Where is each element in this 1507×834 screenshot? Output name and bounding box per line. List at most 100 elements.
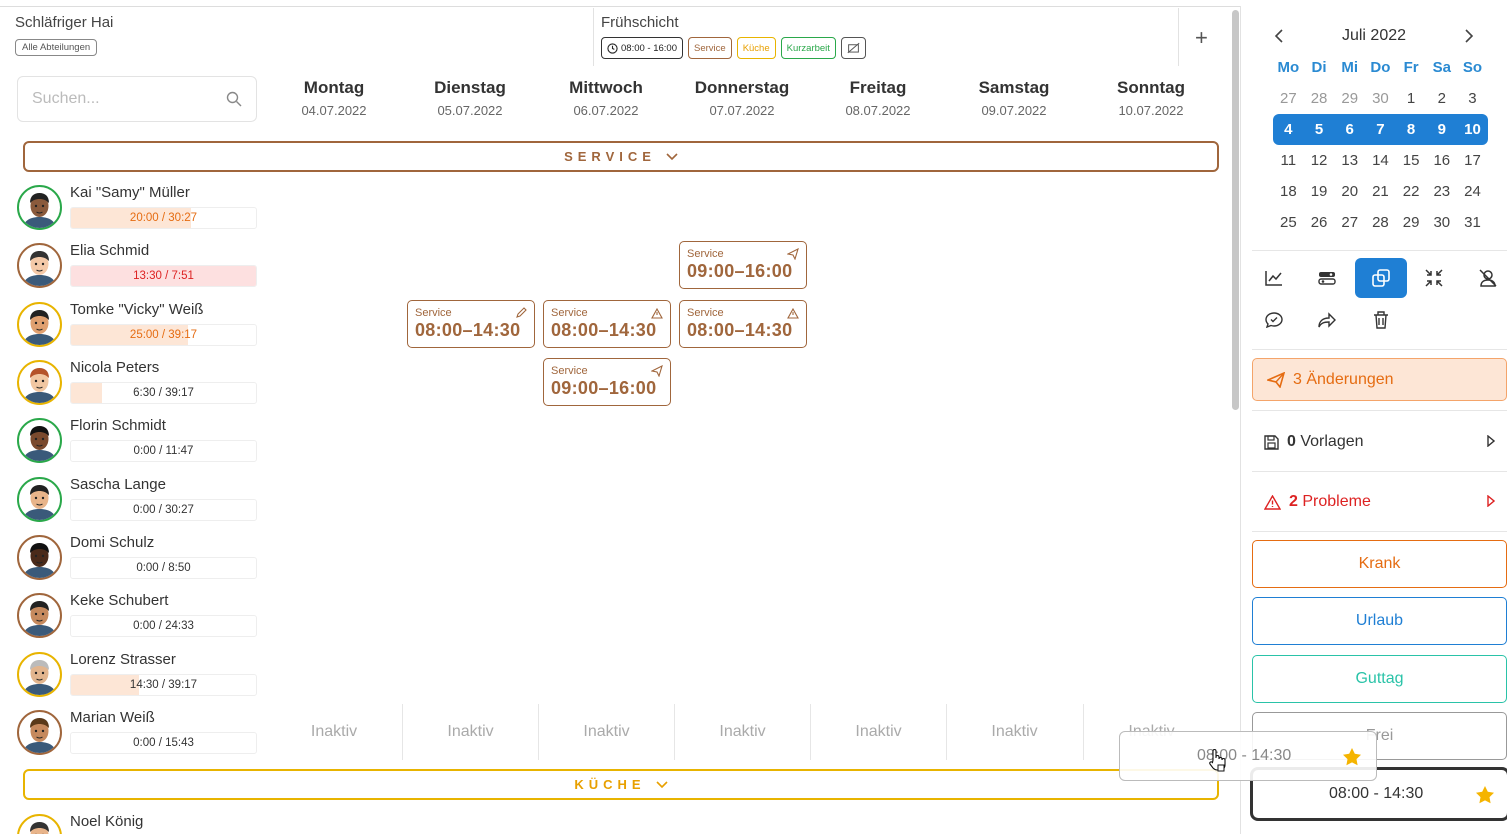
employee-row[interactable]: Nicola Peters 6:30 / 39:17 bbox=[17, 358, 257, 408]
star-icon[interactable] bbox=[1475, 785, 1495, 804]
avatar bbox=[17, 535, 62, 580]
employee-row[interactable]: Lorenz Strasser 14:30 / 39:17 bbox=[17, 650, 257, 700]
calendar-day[interactable]: 28 bbox=[1304, 83, 1335, 114]
calendar-day[interactable]: 21 bbox=[1365, 176, 1396, 207]
employee-row[interactable]: Tomke "Vicky" Weiß 25:00 / 39:17 bbox=[17, 300, 257, 350]
calendar-day[interactable]: 4 bbox=[1273, 114, 1304, 145]
calendar-day[interactable]: 6 bbox=[1334, 114, 1366, 145]
absence-guttag-button[interactable]: Guttag bbox=[1252, 655, 1507, 703]
calendar-day[interactable]: 14 bbox=[1365, 145, 1396, 176]
calendar-day[interactable]: 18 bbox=[1273, 176, 1304, 207]
templates-row[interactable]: 0 Vorlagen bbox=[1252, 422, 1507, 462]
no-calendar-tag[interactable] bbox=[840, 37, 866, 59]
day-header-friday[interactable]: Freitag 08.07.2022 bbox=[810, 78, 946, 118]
star-icon bbox=[1343, 748, 1361, 766]
search-input[interactable] bbox=[32, 90, 212, 108]
hours-progress: 20:00 / 30:27 bbox=[70, 207, 257, 229]
tag-kueche[interactable]: Küche bbox=[736, 37, 776, 59]
calendar-day[interactable]: 26 bbox=[1304, 207, 1335, 238]
calendar-day[interactable]: 29 bbox=[1396, 207, 1427, 238]
day-header-wednesday[interactable]: Mittwoch 06.07.2022 bbox=[538, 78, 674, 118]
calendar-day[interactable]: 30 bbox=[1426, 207, 1457, 238]
delete-button[interactable] bbox=[1355, 300, 1407, 340]
time-preset-label: 08:00 - 14:30 bbox=[1329, 785, 1424, 802]
search-icon[interactable] bbox=[226, 91, 242, 107]
calendar-day[interactable]: 23 bbox=[1426, 176, 1457, 207]
shift-card[interactable]: Service 08:00–14:30 bbox=[407, 300, 535, 348]
calendar-day[interactable]: 29 bbox=[1334, 83, 1365, 114]
calendar-day[interactable]: 11 bbox=[1273, 145, 1304, 176]
calendar-day[interactable]: 15 bbox=[1396, 145, 1427, 176]
calendar-day[interactable]: 30 bbox=[1365, 83, 1396, 114]
calendar-day[interactable]: 19 bbox=[1304, 176, 1335, 207]
absence-krank-button[interactable]: Krank bbox=[1252, 540, 1507, 588]
tag-service[interactable]: Service bbox=[688, 37, 732, 59]
calendar-day[interactable]: 28 bbox=[1365, 207, 1396, 238]
calendar-day[interactable]: 1 bbox=[1396, 83, 1427, 114]
copy-button[interactable] bbox=[1355, 258, 1407, 298]
hours-text: 13:30 / 7:51 bbox=[133, 270, 194, 282]
calendar-day[interactable]: 16 bbox=[1426, 145, 1457, 176]
employee-row[interactable]: Domi Schulz 0:00 / 8:50 bbox=[17, 533, 257, 583]
problems-row[interactable]: 2 Probleme bbox=[1252, 482, 1507, 522]
employee-row[interactable]: Keke Schubert 0:00 / 24:33 bbox=[17, 591, 257, 641]
employee-row[interactable]: Sascha Lange 0:00 / 30:27 bbox=[17, 475, 257, 525]
tag-kurzarbeit[interactable]: Kurzarbeit bbox=[780, 37, 836, 59]
employee-row[interactable]: Marian Weiß 0:00 / 15:43 bbox=[17, 708, 257, 758]
calendar-day[interactable]: 12 bbox=[1304, 145, 1335, 176]
calendar-day[interactable]: 25 bbox=[1273, 207, 1304, 238]
shift-card[interactable]: Service 09:00–16:00 bbox=[679, 241, 807, 289]
hours-progress: 6:30 / 39:17 bbox=[70, 382, 257, 404]
shift-card[interactable]: Service 09:00–16:00 bbox=[543, 358, 671, 406]
calendar-day[interactable]: 22 bbox=[1396, 176, 1427, 207]
hours-progress: 13:30 / 7:51 bbox=[70, 265, 257, 287]
day-header-monday[interactable]: Montag 04.07.2022 bbox=[266, 78, 402, 118]
calendar-day[interactable]: 27 bbox=[1334, 207, 1365, 238]
calendar-day[interactable]: 9 bbox=[1426, 114, 1458, 145]
toggle-view-button[interactable] bbox=[1301, 258, 1353, 298]
day-header-sunday[interactable]: Sonntag 10.07.2022 bbox=[1083, 78, 1219, 118]
calendar-day[interactable]: 20 bbox=[1334, 176, 1365, 207]
chevron-left-icon[interactable] bbox=[1274, 29, 1284, 43]
calendar-day[interactable]: 27 bbox=[1273, 83, 1304, 114]
day-header-tuesday[interactable]: Dienstag 05.07.2022 bbox=[402, 78, 538, 118]
calendar-day[interactable]: 31 bbox=[1457, 207, 1488, 238]
calendar-day[interactable]: 10 bbox=[1457, 114, 1488, 145]
statistics-button[interactable] bbox=[1248, 258, 1300, 298]
shift-card[interactable]: Service 08:00–14:30 bbox=[679, 300, 807, 348]
chevron-right-icon[interactable] bbox=[1464, 29, 1474, 43]
day-name: Samstag bbox=[978, 78, 1050, 97]
forward-button[interactable] bbox=[1301, 300, 1353, 340]
shift-time-tag[interactable]: 08:00 - 16:00 bbox=[601, 37, 683, 59]
department-filter-button[interactable]: Alle Abteilungen bbox=[15, 39, 98, 56]
search-box[interactable] bbox=[17, 76, 257, 122]
calendar-day[interactable]: 8 bbox=[1395, 114, 1427, 145]
group-kueche-toggle[interactable]: KÜCHE bbox=[23, 769, 1219, 800]
calendar-day[interactable]: 13 bbox=[1334, 145, 1365, 176]
calendar-day[interactable]: 5 bbox=[1303, 114, 1335, 145]
employee-row[interactable]: Florin Schmidt 0:00 / 11:47 bbox=[17, 416, 257, 466]
shift-card[interactable]: Service 08:00–14:30 bbox=[543, 300, 671, 348]
day-name: Sonntag bbox=[1117, 78, 1185, 97]
calendar-day[interactable]: 3 bbox=[1457, 83, 1488, 114]
shift-label: Service bbox=[551, 365, 588, 377]
avatar bbox=[17, 360, 62, 405]
absence-urlaub-button[interactable]: Urlaub bbox=[1252, 597, 1507, 645]
avatar bbox=[17, 652, 62, 697]
changes-button[interactable]: 3 Änderungen bbox=[1252, 358, 1507, 401]
calendar-day[interactable]: 24 bbox=[1457, 176, 1488, 207]
calendar-day[interactable]: 17 bbox=[1457, 145, 1488, 176]
group-service-toggle[interactable]: SERVICE bbox=[23, 141, 1219, 172]
calendar-day[interactable]: 7 bbox=[1365, 114, 1396, 145]
schedule-scrollbar[interactable] bbox=[1232, 10, 1239, 410]
day-header-thursday[interactable]: Donnerstag 07.07.2022 bbox=[674, 78, 810, 118]
employee-row[interactable]: Kai "Samy" Müller 20:00 / 30:27 bbox=[17, 183, 257, 233]
add-shift-button[interactable]: + bbox=[1195, 25, 1208, 51]
employee-row[interactable]: Noel König bbox=[17, 812, 257, 834]
collapse-button[interactable] bbox=[1408, 258, 1460, 298]
employee-row[interactable]: Elia Schmid 13:30 / 7:51 bbox=[17, 241, 257, 291]
calendar-day[interactable]: 2 bbox=[1426, 83, 1457, 114]
remove-user-button[interactable] bbox=[1462, 258, 1507, 298]
approve-button[interactable] bbox=[1248, 300, 1300, 340]
day-header-saturday[interactable]: Samstag 09.07.2022 bbox=[946, 78, 1082, 118]
